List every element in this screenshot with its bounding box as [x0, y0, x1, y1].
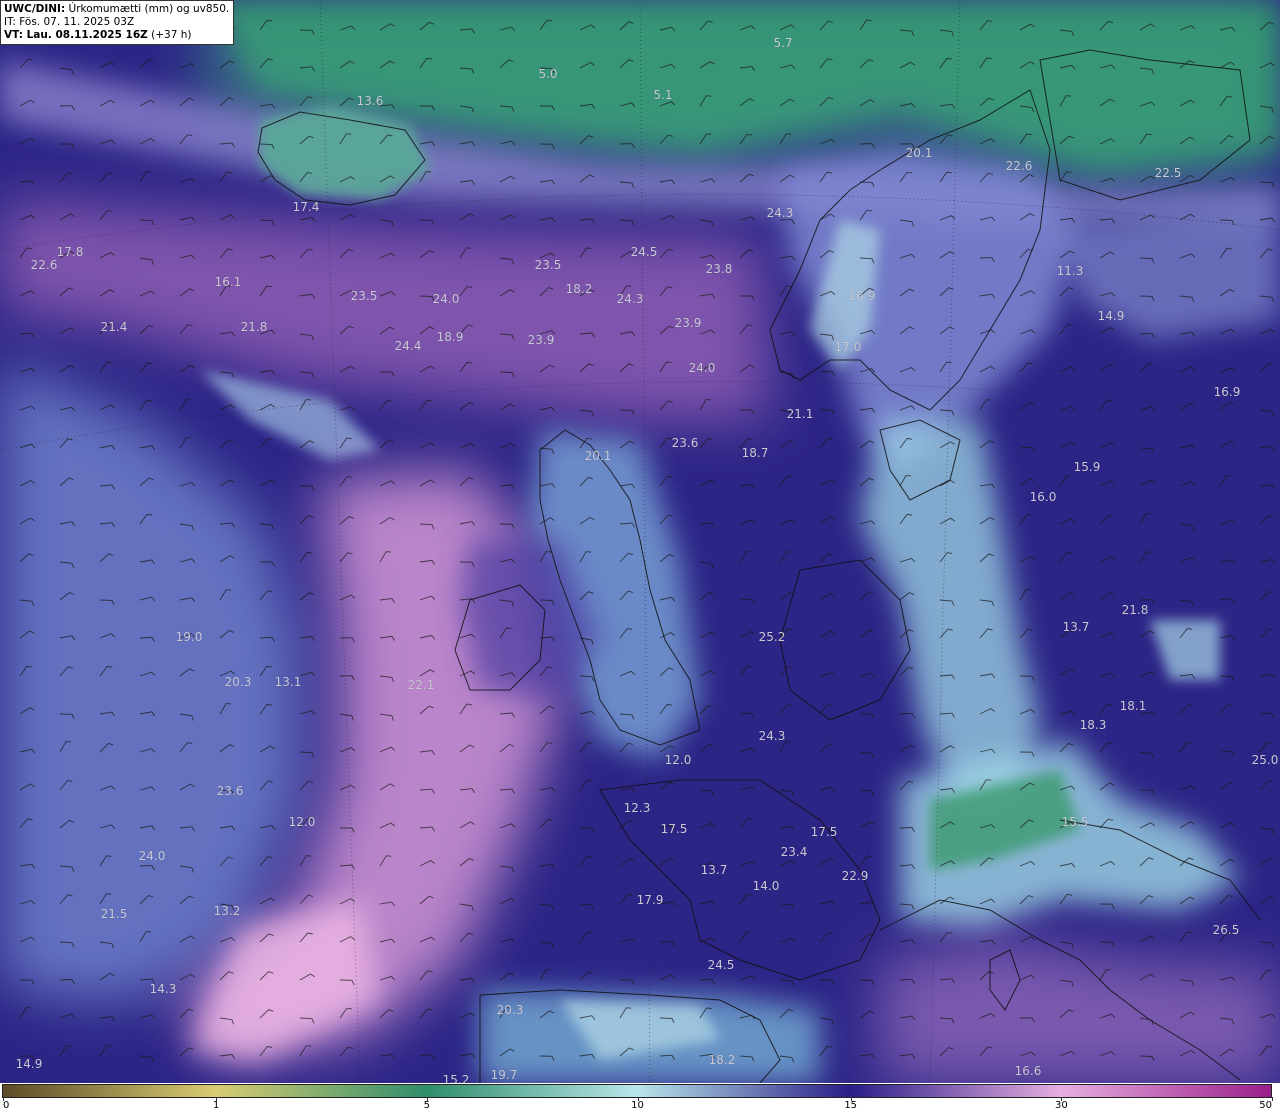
field-name: Úrkomumætti (mm) og uv850. [65, 3, 230, 15]
value-label: 24.3 [758, 729, 786, 743]
value-label: 24.3 [616, 292, 644, 306]
value-label: 15.9 [1073, 460, 1101, 474]
value-label: 20.3 [224, 675, 252, 689]
value-label: 26.5 [1212, 923, 1240, 937]
value-label: 13.2 [213, 904, 241, 918]
title-box: UWC/DINI: Úrkomumætti (mm) og uv850. IT:… [0, 0, 235, 45]
value-label: 21.4 [100, 320, 128, 334]
value-label: 21.1 [786, 407, 814, 421]
value-label: 16.6 [1014, 1064, 1042, 1078]
value-label: 14.9 [15, 1057, 43, 1071]
value-label: 13.1 [274, 675, 302, 689]
value-label: 25.2 [758, 630, 786, 644]
value-label: 12.0 [288, 815, 316, 829]
value-label: 23.4 [780, 845, 808, 859]
colorbar-strip [2, 1084, 1272, 1098]
value-label: 24.0 [688, 361, 716, 375]
title-line: UWC/DINI: Úrkomumætti (mm) og uv850. [4, 3, 229, 16]
value-label: 25.0 [1251, 753, 1279, 767]
value-label: 23.9 [527, 333, 555, 347]
value-label: 18.1 [1119, 699, 1147, 713]
colorbar-tick-label: 10 [631, 1100, 644, 1111]
value-label: 5.1 [653, 88, 673, 102]
value-label: 24.0 [432, 292, 460, 306]
colorbar-tick [1272, 1097, 1273, 1101]
value-label: 19.7 [490, 1068, 518, 1082]
precipitable-water-field [0, 0, 1280, 1083]
value-label: 17.0 [834, 340, 862, 354]
value-label: 11.3 [1056, 264, 1084, 278]
value-label: 19.0 [175, 630, 203, 644]
value-label: 23.5 [534, 258, 562, 272]
colorbar: 0 1 5 10 15 30 50 [0, 1083, 1280, 1115]
value-label: 12.3 [623, 801, 651, 815]
value-label: 22.1 [407, 678, 435, 692]
value-label: 24.5 [707, 958, 735, 972]
value-label: 24.3 [766, 206, 794, 220]
value-label: 18.9 [436, 330, 464, 344]
value-label: 20.1 [905, 146, 933, 160]
value-label: 17.5 [660, 822, 688, 836]
value-label: 22.6 [30, 258, 58, 272]
value-label: 16.9 [848, 289, 876, 303]
value-label: 13.7 [700, 863, 728, 877]
valid-time-line: VT: Lau. 08.11.2025 16Z (+37 h) [4, 29, 229, 42]
value-label: 23.8 [705, 262, 733, 276]
value-label: 23.6 [216, 784, 244, 798]
colorbar-tick-label: 5 [423, 1100, 431, 1111]
value-label: 22.6 [1005, 159, 1033, 173]
value-label: 17.9 [636, 893, 664, 907]
value-label: 13.7 [1062, 620, 1090, 634]
value-label: 13.6 [356, 94, 384, 108]
value-label: 17.5 [810, 825, 838, 839]
value-label: 18.3 [1079, 718, 1107, 732]
value-label: 16.0 [1029, 490, 1057, 504]
value-label: 21.8 [240, 320, 268, 334]
value-label: 20.3 [496, 1003, 524, 1017]
model-name: UWC/DINI: [4, 3, 66, 15]
colorbar-tick-label: 15 [844, 1100, 858, 1111]
value-label: 17.4 [292, 200, 320, 214]
value-label: 16.1 [214, 275, 242, 289]
colorbar-tick-label: 30 [1054, 1100, 1068, 1111]
value-label: 17.8 [56, 245, 84, 259]
value-label: 5.7 [773, 36, 793, 50]
valid-time: VT: Lau. 08.11.2025 16Z [4, 29, 148, 41]
colorbar-tick-label: 50 [1259, 1100, 1272, 1111]
value-label: 21.5 [100, 907, 128, 921]
value-label: 12.0 [664, 753, 692, 767]
value-label: 23.9 [674, 316, 702, 330]
value-label: 18.2 [565, 282, 593, 296]
value-label: 14.9 [1097, 309, 1125, 323]
init-time: IT: Fös. 07. 11. 2025 03Z [4, 16, 135, 28]
weather-map: 5.7 5.0 5.1 13.6 20.1 22.6 22.5 17.4 24.3 17.8 22.… [0, 0, 1280, 1115]
value-label: 5.0 [538, 67, 558, 81]
value-label: 22.5 [1154, 166, 1182, 180]
value-label: 18.2 [708, 1053, 736, 1067]
value-label: 24.0 [138, 849, 166, 863]
lead-time: (+37 h) [147, 29, 192, 41]
value-label: 15.5 [1061, 815, 1089, 829]
value-label: 24.5 [630, 245, 658, 259]
value-label: 16.9 [1213, 385, 1241, 399]
value-label: 24.4 [394, 339, 422, 353]
value-label: 22.9 [841, 869, 869, 883]
value-label: 14.3 [149, 982, 177, 996]
value-label: 23.5 [350, 289, 378, 303]
value-label: 23.6 [671, 436, 699, 450]
value-label: 18.7 [741, 446, 769, 460]
value-label: 21.8 [1121, 603, 1149, 617]
colorbar-tick-label: 0 [3, 1100, 10, 1111]
value-label: 14.0 [752, 879, 780, 893]
value-label: 20.1 [584, 449, 612, 463]
colorbar-tick-label: 1 [213, 1100, 220, 1111]
